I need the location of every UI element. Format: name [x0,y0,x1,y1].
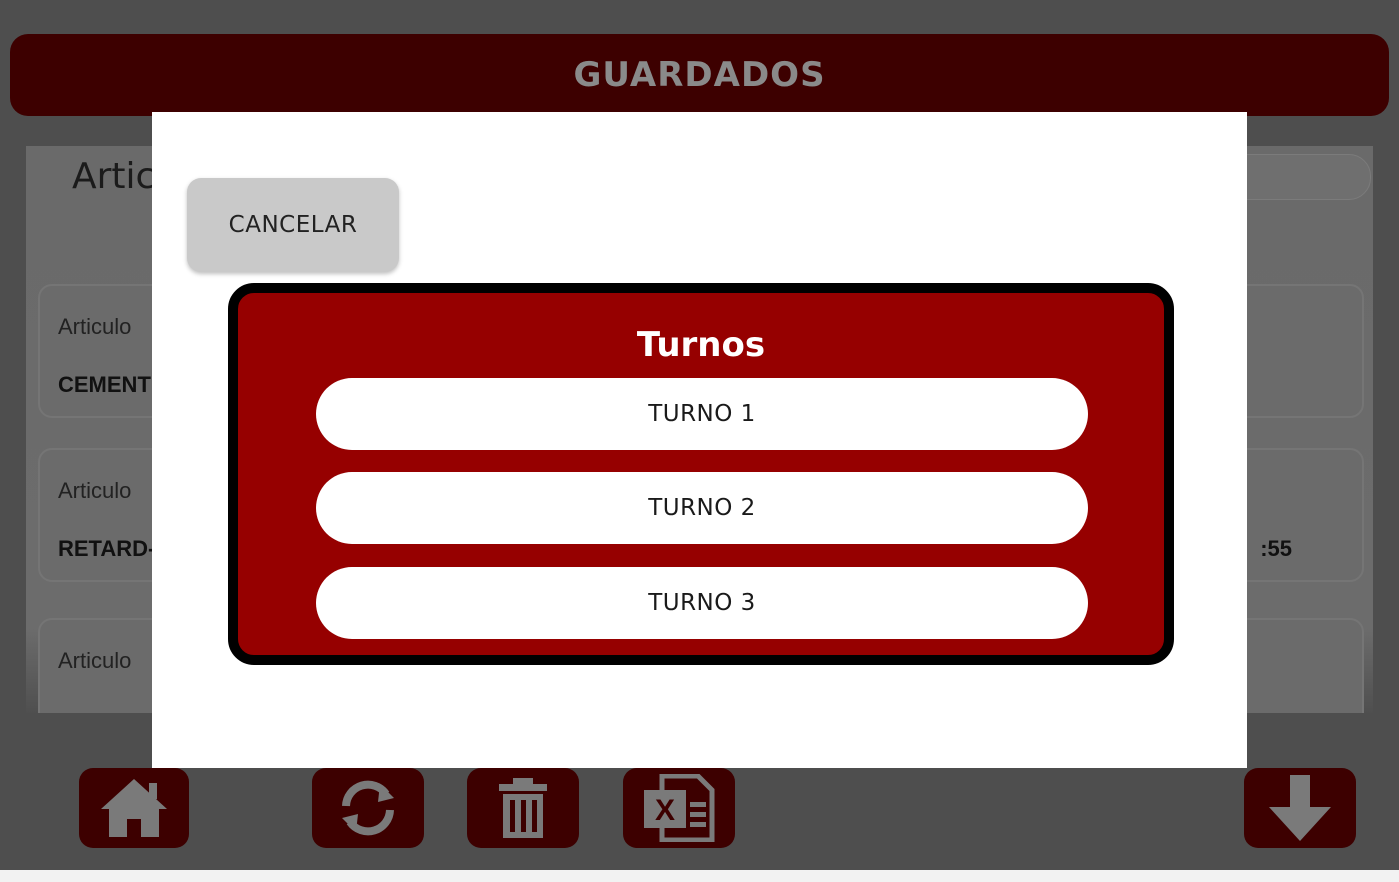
item-value: RETARD- [58,536,156,561]
shift-2-button[interactable]: TURNO 2 [316,472,1088,544]
cancel-button[interactable]: CANCELAR [187,178,399,272]
page-title: GUARDADOS [573,55,826,95]
refresh-icon [342,780,394,836]
home-button[interactable] [79,768,189,848]
download-arrow-icon [1269,775,1331,841]
shift-1-button[interactable]: TURNO 1 [316,378,1088,450]
taskbar-strip [0,870,1399,882]
item-label: Articulo [58,648,132,673]
shift-3-button[interactable]: TURNO 3 [316,567,1088,639]
shift-selection-dialog: CANCELAR Turnos TURNO 1 TURNO 2 TURNO 3 [152,112,1247,768]
refresh-button[interactable] [312,768,424,848]
trash-icon [499,778,547,838]
item-label: Articulo [58,478,132,503]
item-label: Articulo [58,314,132,339]
section-title: Artic [72,156,156,197]
excel-icon: X [644,774,715,842]
export-excel-button[interactable]: X [623,768,735,848]
delete-button[interactable] [467,768,579,848]
home-icon [101,779,167,837]
item-time: :55 [1260,536,1292,561]
download-button[interactable] [1244,768,1356,848]
item-value: CEMENT [58,372,151,397]
shift-panel-title: Turnos [636,325,766,365]
header-bar: GUARDADOS [10,34,1389,116]
svg-text:X: X [655,794,675,827]
shift-panel: Turnos TURNO 1 TURNO 2 TURNO 3 [228,283,1174,665]
